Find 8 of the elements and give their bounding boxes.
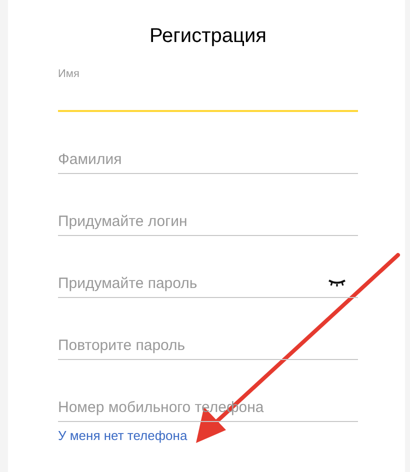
field-label: Имя: [58, 67, 80, 81]
input-field[interactable]: Придумайте логин: [58, 207, 358, 236]
input-field[interactable]: Фамилия: [58, 145, 358, 174]
hidden-eye-icon[interactable]: [328, 279, 346, 287]
input-field[interactable]: Придумайте пароль: [58, 269, 358, 298]
page-title: Регистрация: [148, 24, 268, 49]
input-field[interactable]: Повторите пароль: [58, 331, 358, 360]
no-phone-link[interactable]: У меня нет телефона: [58, 428, 188, 443]
